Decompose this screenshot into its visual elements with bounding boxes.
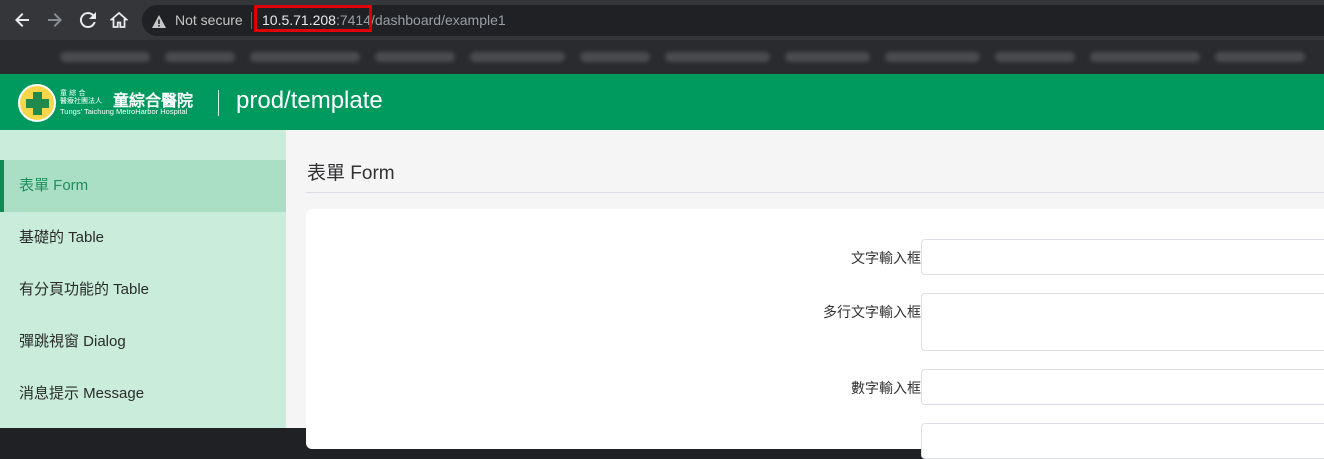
browser-toolbar: Not secure 10.5.71.208:7414/dashboard/ex… (0, 0, 1324, 40)
hospital-logo-icon (18, 84, 56, 122)
bookmarks-bar (0, 40, 1324, 74)
url-path: /dashboard/example1 (371, 12, 506, 28)
bookmark-item[interactable] (1215, 52, 1305, 62)
textarea-label: 多行文字輸入框 (823, 304, 921, 320)
omnibox-divider (251, 12, 252, 29)
bookmark-item[interactable] (665, 52, 770, 62)
forward-arrow-icon[interactable] (43, 8, 67, 32)
number-input-label: 數字輸入框 (851, 380, 921, 396)
back-arrow-icon[interactable] (10, 8, 34, 32)
reload-icon[interactable] (76, 8, 100, 32)
bookmark-item[interactable] (580, 52, 650, 62)
bookmark-item[interactable] (250, 52, 360, 62)
sidebar-item-paged-table[interactable]: 有分頁功能的 Table (0, 264, 286, 316)
sidebar: 表單 Form 基礎的 Table 有分頁功能的 Table 彈跳視窗 Dial… (0, 130, 286, 428)
bookmark-item[interactable] (375, 52, 455, 62)
app-title: prod/template (236, 87, 383, 114)
page-title: 表單 Form (307, 163, 395, 184)
bookmark-item[interactable] (785, 52, 870, 62)
sidebar-item-basic-table[interactable]: 基礎的 Table (0, 212, 286, 264)
bookmark-item[interactable] (470, 52, 565, 62)
next-form-field[interactable] (921, 423, 1324, 459)
main-content: 表單 Form 文字輸入框 多行文字輸入框 數字輸入框 (286, 130, 1324, 459)
bookmark-item[interactable] (995, 52, 1075, 62)
sidebar-item-dialog[interactable]: 彈跳視窗 Dialog (0, 316, 286, 368)
security-status[interactable]: Not secure (175, 12, 243, 28)
url-highlight-box (254, 5, 372, 32)
bookmark-item[interactable] (60, 52, 150, 62)
app-header: 童 綜 合 醫療社團法人 童綜合醫院 Tungs' Taichung Metro… (0, 74, 1324, 130)
logo-english-name: Tungs' Taichung MetroHarbor Hospital (60, 107, 188, 116)
number-input[interactable] (921, 369, 1324, 405)
home-icon[interactable] (107, 8, 131, 32)
sidebar-item-message[interactable]: 消息提示 Message (0, 368, 286, 420)
bookmark-item[interactable] (885, 52, 980, 62)
textarea-input[interactable] (921, 293, 1324, 351)
warning-triangle-icon (152, 13, 166, 32)
text-input-label: 文字輸入框 (851, 250, 921, 266)
title-divider (306, 192, 1324, 193)
text-input[interactable] (921, 239, 1324, 275)
header-divider (218, 90, 219, 116)
bookmark-item[interactable] (165, 52, 235, 62)
form-card: 文字輸入框 多行文字輸入框 數字輸入框 (306, 209, 1324, 459)
sidebar-item-form[interactable]: 表單 Form (0, 160, 286, 212)
bookmark-item[interactable] (1090, 52, 1200, 62)
logo-small-text: 童 綜 合 醫療社團法人 (60, 89, 102, 105)
